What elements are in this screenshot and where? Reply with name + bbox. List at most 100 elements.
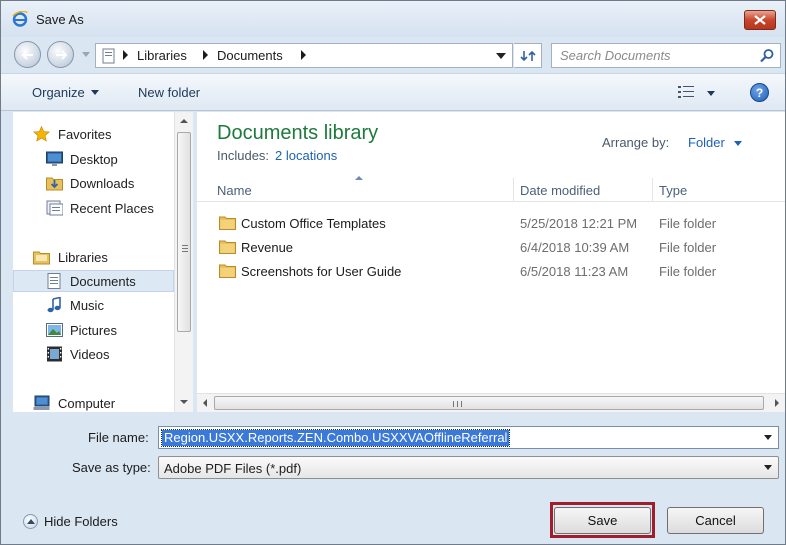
file-name: Revenue — [241, 240, 294, 255]
file-name-dropdown-icon[interactable] — [764, 435, 772, 440]
nav-item-downloads[interactable]: Downloads — [13, 172, 174, 194]
chevron-down-icon[interactable] — [734, 141, 742, 146]
file-type: File folder — [659, 240, 717, 255]
search-icon[interactable] — [759, 48, 775, 64]
column-header-row: Name Date modified Type — [197, 176, 785, 202]
folder-icon — [219, 216, 236, 230]
nav-label: Libraries — [58, 250, 108, 265]
library-title: Documents library — [217, 122, 379, 144]
save-as-type-label: Save as type: — [72, 460, 151, 475]
column-divider[interactable] — [652, 178, 653, 202]
file-name: Screenshots for User Guide — [241, 264, 402, 279]
file-row[interactable]: Custom Office Templates 5/25/2018 12:21 … — [197, 213, 785, 235]
back-button[interactable] — [14, 41, 41, 68]
cancel-button[interactable]: Cancel — [667, 507, 764, 534]
new-folder-button[interactable]: New folder — [138, 85, 200, 100]
refresh-icon — [519, 50, 536, 61]
collapse-up-icon — [23, 514, 38, 529]
music-icon — [47, 297, 61, 313]
nav-item-music[interactable]: Music — [13, 294, 174, 316]
nav-scroll-thumb[interactable] — [177, 132, 191, 332]
horizontal-scroll-thumb[interactable] — [214, 396, 764, 410]
column-header-name[interactable]: Name — [217, 183, 252, 198]
organize-menu[interactable]: Organize — [32, 85, 99, 100]
close-icon — [754, 15, 766, 25]
pictures-icon — [46, 323, 63, 337]
nav-item-computer[interactable]: Computer — [13, 392, 174, 412]
window-title: Save As — [36, 12, 84, 27]
file-list-pane: Documents library Includes: 2 locations A… — [197, 112, 785, 412]
nav-item-recent-places[interactable]: Recent Places — [13, 197, 174, 219]
nav-buttons — [14, 41, 90, 69]
save-as-type-select[interactable]: Adobe PDF Files (*.pdf) — [158, 456, 779, 479]
organize-label: Organize — [32, 85, 85, 100]
refresh-button[interactable] — [514, 43, 542, 68]
dialog-footer: Hide Folders Save Cancel — [1, 491, 785, 544]
arrange-by-dropdown[interactable]: Folder — [688, 135, 725, 150]
nav-label: Favorites — [58, 127, 112, 142]
change-view-icon[interactable] — [678, 86, 694, 98]
save-as-dialog: Save As Libraries Documents Search Docum… — [0, 0, 786, 545]
nav-item-favorites[interactable]: Favorites — [13, 123, 174, 145]
scroll-left-icon[interactable] — [203, 399, 207, 407]
column-divider[interactable] — [513, 178, 514, 202]
file-row[interactable]: Revenue 6/4/2018 10:39 AM File folder — [197, 237, 785, 259]
breadcrumb-separator-icon[interactable] — [301, 50, 306, 60]
nav-label: Recent Places — [70, 201, 154, 216]
documents-icon — [47, 273, 61, 289]
folder-icon — [219, 240, 236, 254]
nav-item-videos[interactable]: Videos — [13, 343, 174, 365]
file-name-label: File name: — [88, 430, 149, 445]
nav-pane-scrollbar[interactable] — [174, 112, 193, 412]
breadcrumb-separator-icon[interactable] — [203, 50, 208, 60]
column-header-date-modified[interactable]: Date modified — [520, 183, 600, 198]
title-bar: Save As — [1, 1, 785, 37]
file-name-value[interactable]: Region.USXX.Reports.ZEN.Combo.USXXVAOffl… — [160, 429, 511, 447]
file-name-field[interactable]: Region.USXX.Reports.ZEN.Combo.USXXVAOffl… — [158, 426, 779, 449]
includes-locations-link[interactable]: 2 locations — [275, 148, 337, 163]
save-as-type-value: Adobe PDF Files (*.pdf) — [164, 461, 302, 476]
sort-ascending-icon — [355, 176, 363, 180]
library-location-icon — [102, 48, 115, 64]
nav-label: Documents — [70, 274, 136, 289]
nav-label: Downloads — [70, 176, 135, 191]
downloads-folder-icon — [46, 177, 63, 191]
file-row[interactable]: Screenshots for User Guide 6/5/2018 11:2… — [197, 261, 785, 283]
save-button[interactable]: Save — [554, 507, 651, 534]
recent-pages-dropdown-icon[interactable] — [82, 52, 90, 58]
nav-item-documents[interactable]: Documents — [13, 270, 174, 292]
breadcrumb-documents[interactable]: Documents — [217, 48, 283, 63]
help-icon[interactable]: ? — [750, 83, 769, 102]
file-type: File folder — [659, 216, 717, 231]
libraries-icon — [33, 251, 50, 265]
computer-icon — [33, 395, 50, 410]
command-toolbar: Organize New folder ? — [1, 73, 785, 111]
internet-explorer-icon — [12, 11, 28, 27]
nav-item-libraries[interactable]: Libraries — [13, 246, 174, 268]
forward-arrow-icon — [55, 49, 67, 60]
scroll-down-icon[interactable] — [180, 400, 188, 404]
scroll-up-icon[interactable] — [180, 119, 188, 123]
address-bar[interactable]: Libraries Documents — [95, 43, 513, 68]
forward-button[interactable] — [47, 41, 74, 68]
column-header-type[interactable]: Type — [659, 183, 687, 198]
file-name: Custom Office Templates — [241, 216, 386, 231]
address-dropdown-icon[interactable] — [496, 53, 506, 59]
views-dropdown-icon[interactable] — [707, 91, 715, 96]
nav-item-desktop[interactable]: Desktop — [13, 148, 174, 170]
recent-places-icon — [46, 200, 63, 216]
breadcrumb-separator-icon[interactable] — [123, 50, 128, 60]
nav-label: Desktop — [70, 152, 118, 167]
hide-folders-button[interactable]: Hide Folders — [23, 514, 118, 529]
nav-item-pictures[interactable]: Pictures — [13, 319, 174, 341]
chevron-down-icon[interactable] — [764, 465, 772, 470]
close-button[interactable] — [744, 10, 776, 30]
grip-icon — [182, 245, 188, 252]
file-list-horizontal-scrollbar[interactable] — [197, 393, 785, 412]
breadcrumb-libraries[interactable]: Libraries — [137, 48, 187, 63]
save-fields: File name: Region.USXX.Reports.ZEN.Combo… — [1, 413, 785, 491]
search-input[interactable]: Search Documents — [551, 43, 781, 68]
file-date: 6/4/2018 10:39 AM — [520, 240, 630, 255]
nav-label: Pictures — [70, 323, 117, 338]
scroll-right-icon[interactable] — [775, 399, 779, 407]
